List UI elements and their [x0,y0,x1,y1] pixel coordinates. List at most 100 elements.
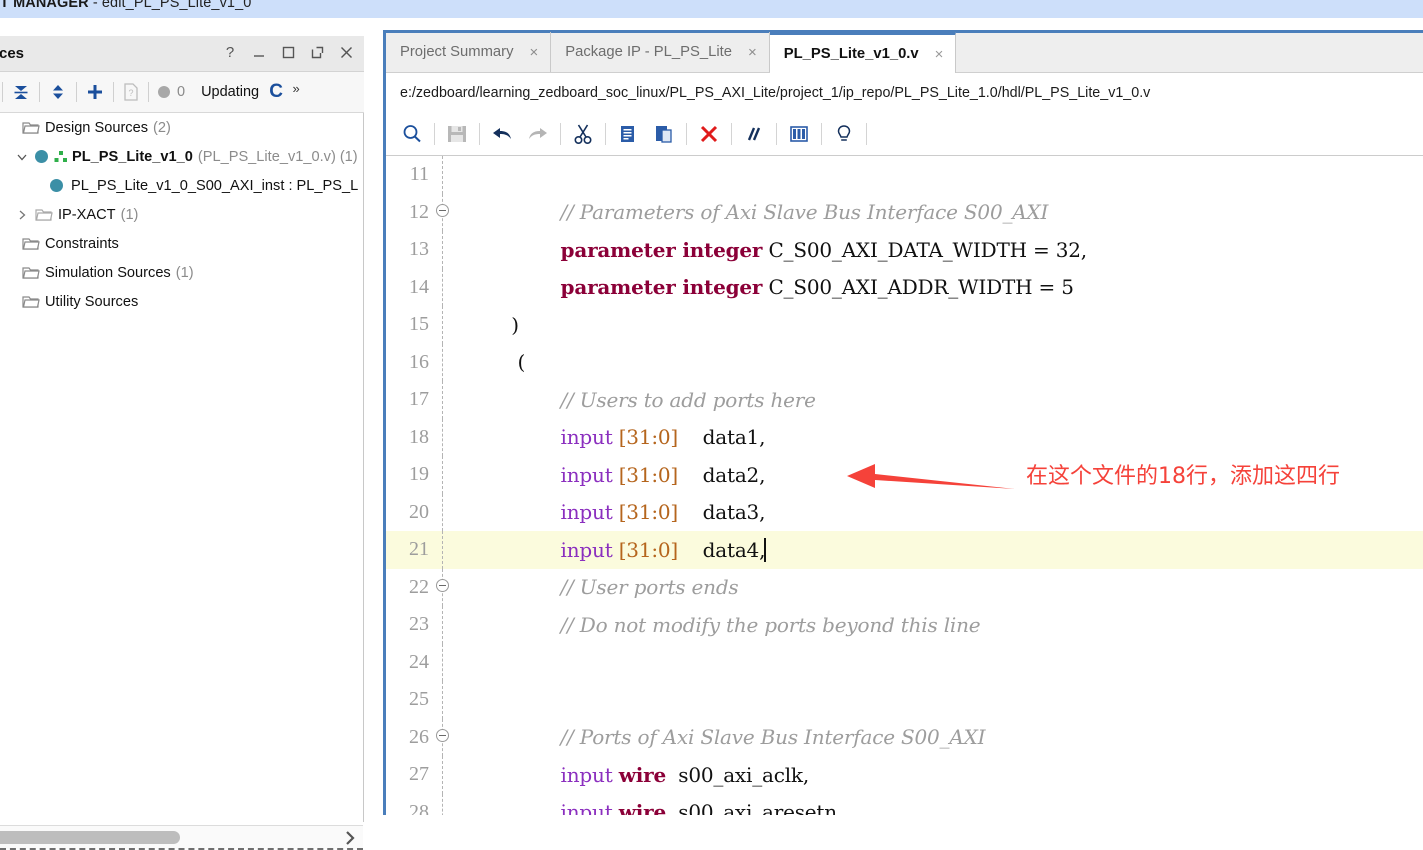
toolbar-divider [148,82,149,102]
tab-close-icon[interactable]: × [748,44,757,61]
code-line[interactable]: 23 // Do not modify the ports beyond thi… [386,606,1423,644]
code-line[interactable]: 16 ( [386,343,1423,381]
tab-package-ip[interactable]: Package IP - PL_PS_Lite × [551,32,770,72]
code-line[interactable]: 27 input wire s00_axi_aclk, [386,756,1423,794]
code-token-sp [462,463,561,487]
file-path: e:/zedboard/learning_zedboard_soc_linux/… [400,84,1151,101]
fold-column[interactable] [432,268,452,306]
code-line[interactable]: 25 [386,681,1423,719]
search-icon[interactable] [394,119,430,149]
code-token-sp [462,200,561,224]
sources-horizontal-scrollbar[interactable] [0,825,363,849]
help-icon[interactable]: ? [222,43,238,61]
tree-item-design-sources[interactable]: Design Sources (2) [0,113,363,142]
editor-panel: Project Summary × Package IP - PL_PS_Lit… [383,30,1423,822]
collapse-all-icon[interactable] [5,77,37,107]
toolbar-divider [731,122,732,145]
delete-icon[interactable] [691,119,727,149]
fold-toggle-icon[interactable] [436,578,449,592]
fold-column[interactable] [432,156,452,194]
fold-column[interactable] [432,193,452,231]
save-icon[interactable] [439,119,475,149]
indent-guide [441,531,443,569]
code-line[interactable]: 15 ) [386,306,1423,344]
tree-item-count: (1) [339,148,358,165]
chevron-right-icon[interactable] [14,207,30,223]
columns-icon[interactable] [781,119,817,149]
fold-toggle-icon[interactable] [436,203,449,217]
tree-item-pl-ps-lite-v1-0[interactable]: PL_PS_Lite_v1_0 (PL_PS_Lite_v1_0.v) (1) [0,142,363,171]
code-line[interactable]: 21 input [31:0] data4, [386,531,1423,569]
chevron-down-icon[interactable] [14,149,30,165]
editor-toolbar [386,112,1423,156]
tab-close-icon[interactable]: × [935,46,944,63]
tree-item-utility-sources[interactable]: Utility Sources [0,287,363,316]
code-line[interactable]: 18 input [31:0] data1, [386,418,1423,456]
code-line[interactable]: 12 // Parameters of Axi Slave Bus Interf… [386,193,1423,231]
sources-tree[interactable]: Design Sources (2) PL_PS_Lite_v1_0 (PL_P… [0,113,363,813]
tree-item-s00-axi-inst[interactable]: PL_PS_Lite_v1_0_S00_AXI_inst : PL_PS_L [0,171,363,200]
line-number: 18 [409,425,429,448]
fold-column[interactable] [432,681,452,719]
scrollbar-thumb[interactable] [0,831,180,844]
code-line[interactable]: 13 parameter integer C_S00_AXI_DATA_WIDT… [386,231,1423,269]
more-toolbar-button[interactable]: » [287,77,305,107]
tab-close-icon[interactable]: × [529,44,538,61]
code-token-sp [462,238,561,262]
maximize-icon[interactable] [280,43,296,61]
fold-column[interactable] [432,643,452,681]
indent-guide [441,493,443,531]
fold-toggle-icon[interactable] [436,728,449,742]
minimize-icon[interactable] [251,43,267,61]
copy-icon[interactable] [610,119,646,149]
sort-icon[interactable] [42,77,74,107]
code-line[interactable]: 22 // User ports ends [386,568,1423,606]
code-line[interactable]: 20 input [31:0] data3, [386,493,1423,531]
undo-icon[interactable] [484,119,520,149]
close-icon[interactable] [338,43,354,61]
window-title-sep: - [88,0,102,11]
tree-item-ip-xact[interactable]: IP-XACT (1) [0,200,363,229]
code-line[interactable]: 14 parameter integer C_S00_AXI_ADDR_WIDT… [386,268,1423,306]
fold-column[interactable] [432,568,452,606]
fold-column[interactable] [432,718,452,756]
code-token-sp [462,313,511,337]
code-line[interactable]: 24 [386,643,1423,681]
tab-project-summary[interactable]: Project Summary × [386,32,552,72]
code-line[interactable]: 17 // Users to add ports here [386,381,1423,419]
fold-column[interactable] [432,493,452,531]
fold-column[interactable] [432,756,452,794]
paste-icon[interactable] [646,119,682,149]
tree-item-simulation-sources[interactable]: Simulation Sources (1) [0,258,363,287]
fold-column[interactable] [432,381,452,419]
fold-column[interactable] [432,418,452,456]
tree-item-constraints[interactable]: Constraints [0,229,363,258]
plus-icon[interactable] [79,77,111,107]
redo-icon[interactable] [520,119,556,149]
code-line[interactable]: 26 // Ports of Axi Slave Bus Interface S… [386,718,1423,756]
updating-label: Updating [201,84,260,100]
code-line-text: input [31:0] data4, [452,537,767,562]
comment-icon[interactable] [736,119,772,149]
code-line[interactable]: 11 [386,156,1423,194]
fold-column[interactable] [432,231,452,269]
fold-column[interactable] [432,456,452,494]
tree-item-label: Constraints [45,235,119,252]
fold-column[interactable] [432,343,452,381]
help-doc-icon[interactable]: ? [116,77,146,107]
float-icon[interactable] [309,43,325,61]
fold-column[interactable] [432,531,452,569]
fold-column[interactable] [432,306,452,344]
code-token-ident: C_S00_AXI_DATA_WIDTH = 32, [762,237,1087,262]
bulb-icon[interactable] [826,119,862,149]
tree-item-suffix: (PL_PS_Lite_v1_0.v) [197,148,336,165]
indent-guide [441,306,443,344]
tab-pl-ps-lite-v1-0-v[interactable]: PL_PS_Lite_v1_0.v × [769,32,957,73]
indent-guide [441,756,443,794]
line-number: 14 [409,275,429,298]
sources-panel-title: urces [0,45,25,62]
fold-column[interactable] [432,606,452,644]
scroll-right-icon[interactable] [341,828,359,848]
cut-icon[interactable] [565,119,601,149]
refresh-icon[interactable]: C [265,77,287,107]
